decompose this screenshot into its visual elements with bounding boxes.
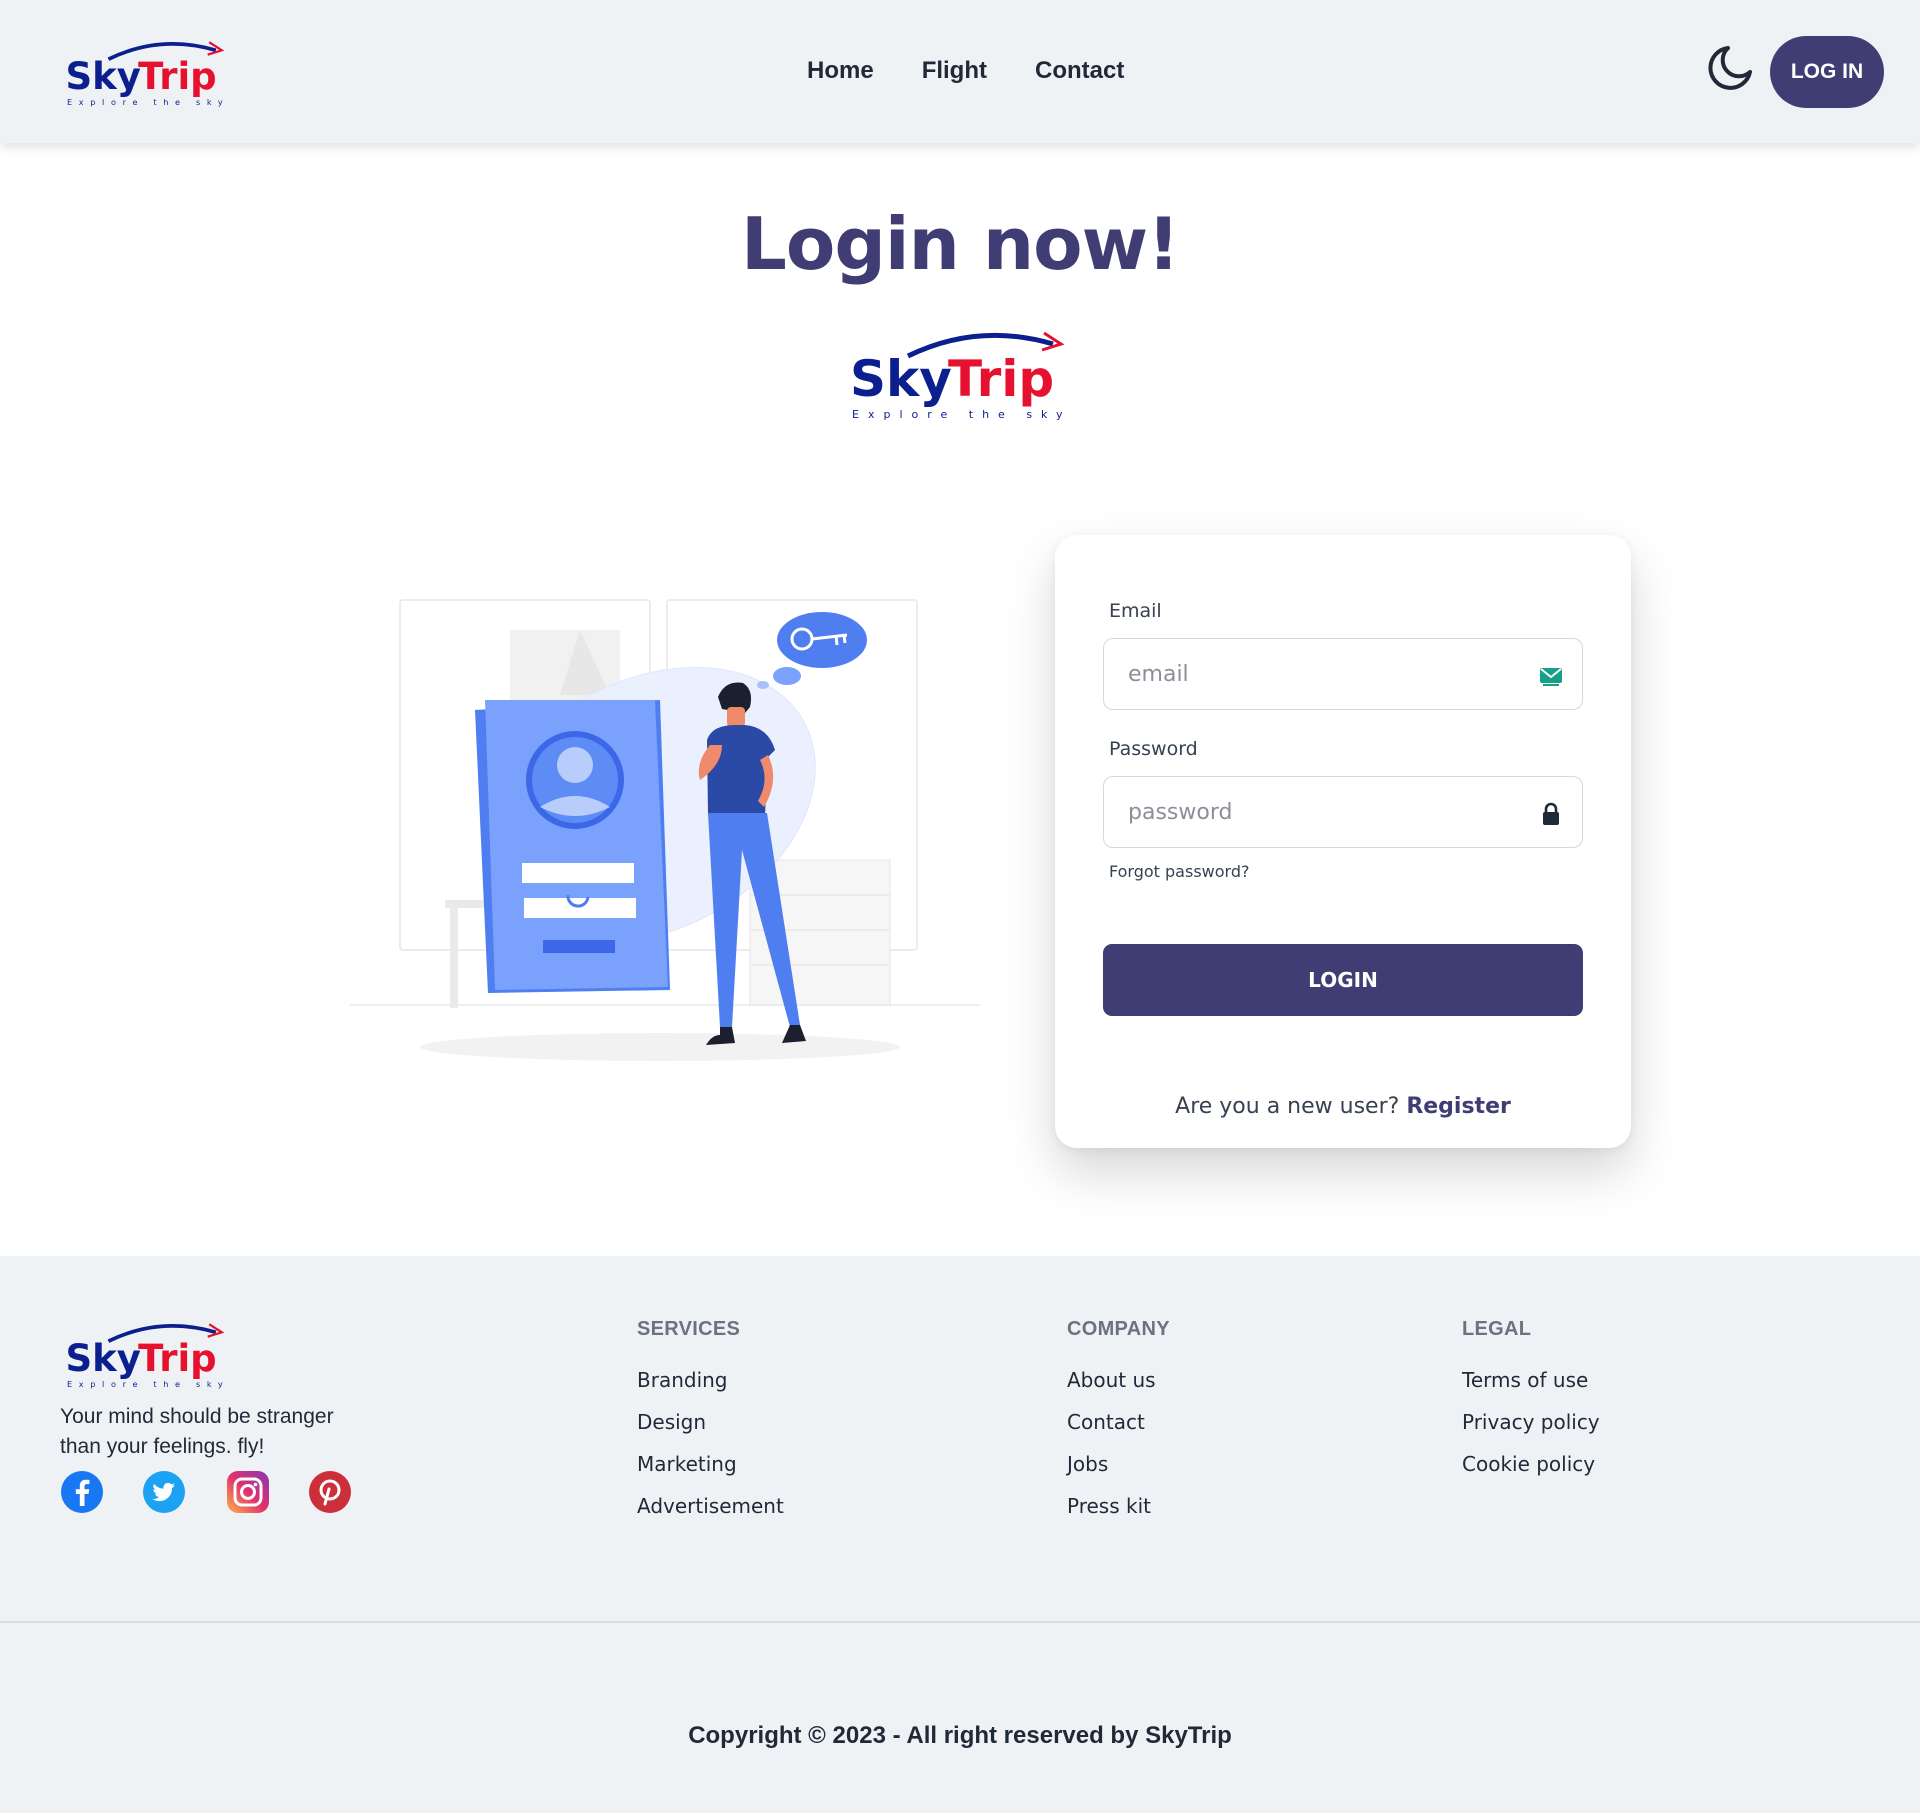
register-prompt-text: Are you a new user?	[1175, 1094, 1400, 1119]
footer-link-press-kit[interactable]: Press kit	[1067, 1494, 1170, 1536]
page-title: Login now!	[741, 202, 1180, 286]
footer-skytrip-logo[interactable]: Sky Trip Explore the sky	[64, 1318, 224, 1394]
footer-divider	[0, 1621, 1920, 1623]
svg-text:Sky: Sky	[850, 350, 952, 408]
footer: Sky Trip Explore the sky Your mind shoul…	[0, 1256, 1920, 1813]
services-heading: SERVICES	[637, 1318, 741, 1340]
footer-link-contact[interactable]: Contact	[1067, 1410, 1170, 1452]
twitter-icon[interactable]	[142, 1470, 186, 1514]
svg-text:Explore the sky: Explore the sky	[852, 408, 1066, 421]
moon-icon[interactable]	[1706, 42, 1756, 92]
skytrip-hero-logo: Sky Trip Explore the sky	[846, 326, 1066, 426]
svg-text:Explore the sky: Explore the sky	[67, 1379, 224, 1389]
register-prompt: Are you a new user? Register	[1055, 1094, 1631, 1119]
nav-login-button[interactable]: LOG IN	[1770, 36, 1884, 108]
footer-link-marketing[interactable]: Marketing	[637, 1452, 784, 1494]
login-submit-button[interactable]: LOGIN	[1103, 944, 1583, 1016]
email-field-wrapper	[1103, 638, 1583, 710]
nav-contact-link[interactable]: Contact	[1035, 57, 1124, 85]
footer-link-about-us[interactable]: About us	[1067, 1368, 1170, 1410]
svg-text:Trip: Trip	[948, 350, 1054, 408]
footer-link-privacy[interactable]: Privacy policy	[1462, 1410, 1600, 1452]
lock-icon	[1538, 801, 1564, 827]
company-heading: COMPANY	[1067, 1318, 1170, 1340]
pinterest-icon[interactable]	[308, 1470, 352, 1514]
password-label: Password	[1109, 738, 1198, 760]
register-link[interactable]: Register	[1406, 1094, 1511, 1119]
facebook-icon[interactable]	[60, 1470, 104, 1514]
legal-heading: LEGAL	[1462, 1318, 1532, 1340]
skytrip-logo[interactable]: Sky Trip Explore the sky	[64, 36, 224, 112]
svg-text:Trip: Trip	[138, 55, 217, 98]
footer-services-column: SERVICES Branding Design Marketing Adver…	[637, 1318, 784, 1536]
main-nav: Home Flight Contact	[807, 57, 1124, 85]
mail-icon[interactable]	[1538, 663, 1564, 689]
nav-home-link[interactable]: Home	[807, 57, 874, 85]
footer-link-design[interactable]: Design	[637, 1410, 784, 1452]
nav-flight-link[interactable]: Flight	[922, 57, 987, 85]
svg-text:Sky: Sky	[65, 55, 140, 98]
instagram-icon[interactable]	[226, 1470, 270, 1514]
footer-link-advertisement[interactable]: Advertisement	[637, 1494, 784, 1536]
footer-link-jobs[interactable]: Jobs	[1067, 1452, 1170, 1494]
password-input[interactable]	[1104, 777, 1582, 847]
footer-legal-column: LEGAL Terms of use Privacy policy Cookie…	[1462, 1318, 1600, 1494]
svg-text:Sky: Sky	[65, 1337, 140, 1380]
footer-link-terms[interactable]: Terms of use	[1462, 1368, 1600, 1410]
footer-tagline: Your mind should be stranger than your f…	[60, 1405, 334, 1458]
svg-text:Trip: Trip	[138, 1337, 217, 1380]
login-card: Email Password Forgot password? LOGIN Ar…	[1055, 535, 1631, 1148]
forgot-password-link[interactable]: Forgot password?	[1109, 862, 1249, 881]
navbar: Sky Trip Explore the sky Home Flight Con…	[0, 0, 1920, 143]
email-label: Email	[1109, 600, 1162, 622]
footer-company-column: COMPANY About us Contact Jobs Press kit	[1067, 1318, 1170, 1536]
svg-text:Explore the sky: Explore the sky	[67, 97, 224, 107]
copyright-text: Copyright © 2023 - All right reserved by…	[688, 1722, 1232, 1749]
email-input[interactable]	[1104, 639, 1582, 709]
footer-link-branding[interactable]: Branding	[637, 1368, 784, 1410]
login-illustration	[350, 595, 980, 1065]
footer-link-cookie[interactable]: Cookie policy	[1462, 1452, 1600, 1494]
password-field-wrapper	[1103, 776, 1583, 848]
